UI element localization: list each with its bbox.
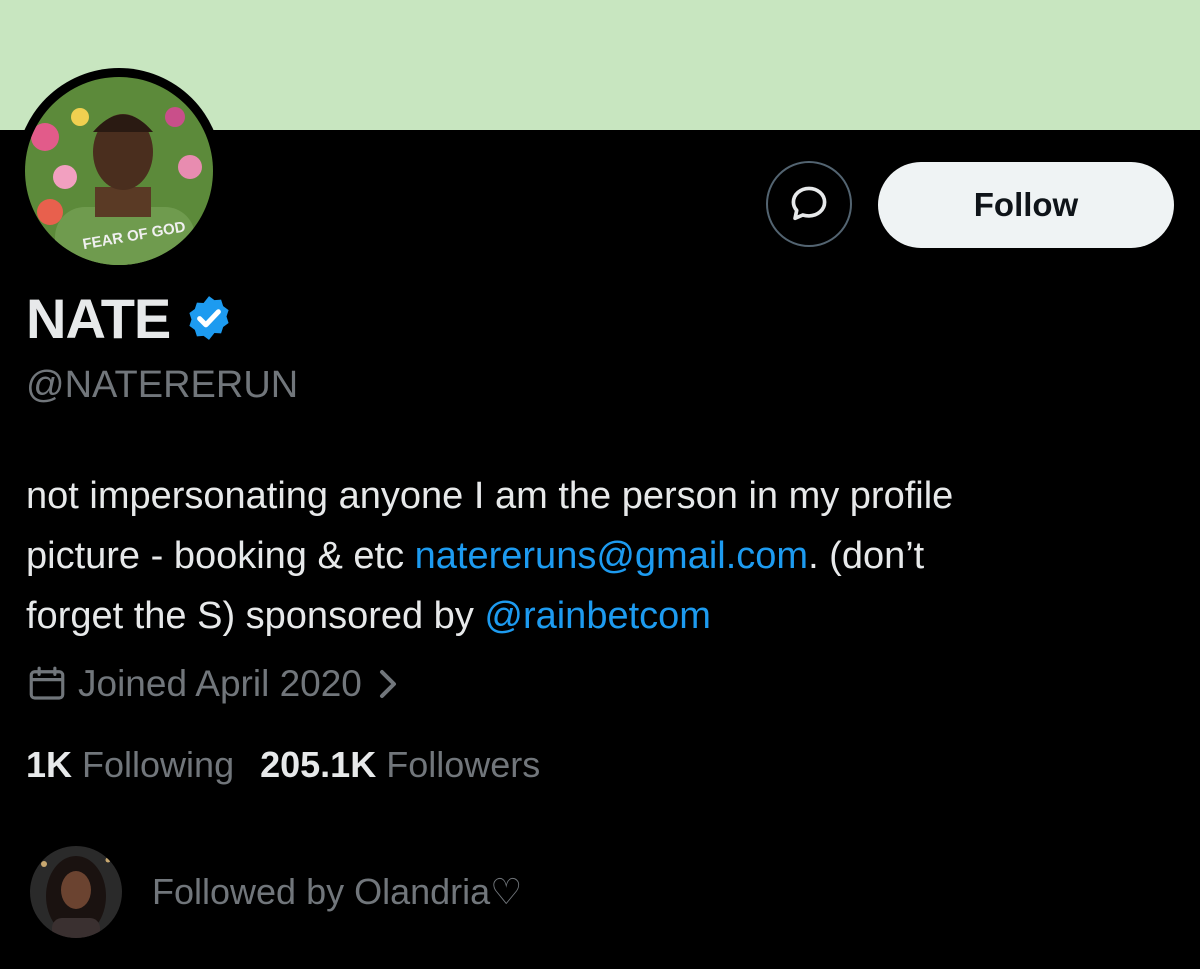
profile-bio: not impersonating anyone I am the person… [26, 466, 1176, 646]
display-name: NATE [26, 286, 171, 350]
follow-stats: 1K Following 205.1K Followers [26, 744, 540, 786]
bio-text: . (don’t [808, 535, 925, 577]
message-button[interactable] [766, 161, 852, 247]
profile-photo: FEAR OF GOD [25, 77, 213, 265]
bio-text: forget the S) sponsored by [26, 595, 485, 637]
name-row: NATE [26, 283, 234, 353]
avatar-container[interactable]: FEAR OF GOD [16, 68, 222, 274]
chevron-right-icon [376, 668, 400, 700]
joined-date[interactable]: Joined April 2020 [26, 658, 400, 710]
followed-by-text: Followed by Olandria♡ [152, 871, 523, 912]
follower-avatar[interactable] [30, 846, 122, 938]
bio-line-2: picture - booking & etc natereruns@gmail… [26, 526, 1176, 586]
joined-text: Joined April 2020 [78, 663, 362, 704]
user-handle: @NATERERUN [26, 364, 299, 406]
followers-count: 205.1K [260, 744, 377, 785]
verified-badge-icon[interactable] [184, 293, 234, 343]
follow-button[interactable]: Follow [878, 162, 1174, 248]
following-count: 1K [26, 744, 73, 785]
message-icon [791, 186, 827, 221]
mention-link[interactable]: @rainbetcom [484, 595, 711, 637]
followers-stat[interactable]: 205.1K Followers [260, 744, 540, 786]
following-label: Following [82, 744, 235, 785]
bio-text: picture - booking & etc [26, 535, 415, 577]
bio-line-1: not impersonating anyone I am the person… [26, 475, 954, 517]
following-stat[interactable]: 1K Following [26, 744, 234, 786]
followed-by-row[interactable]: Followed by Olandria♡ [30, 846, 522, 938]
bio-line-3: forget the S) sponsored by @rainbetcom [26, 586, 1176, 646]
profile-avatar[interactable]: FEAR OF GOD [25, 77, 213, 265]
calendar-icon [26, 663, 68, 705]
email-link[interactable]: natereruns@gmail.com [415, 535, 808, 577]
followers-label: Followers [386, 744, 541, 785]
